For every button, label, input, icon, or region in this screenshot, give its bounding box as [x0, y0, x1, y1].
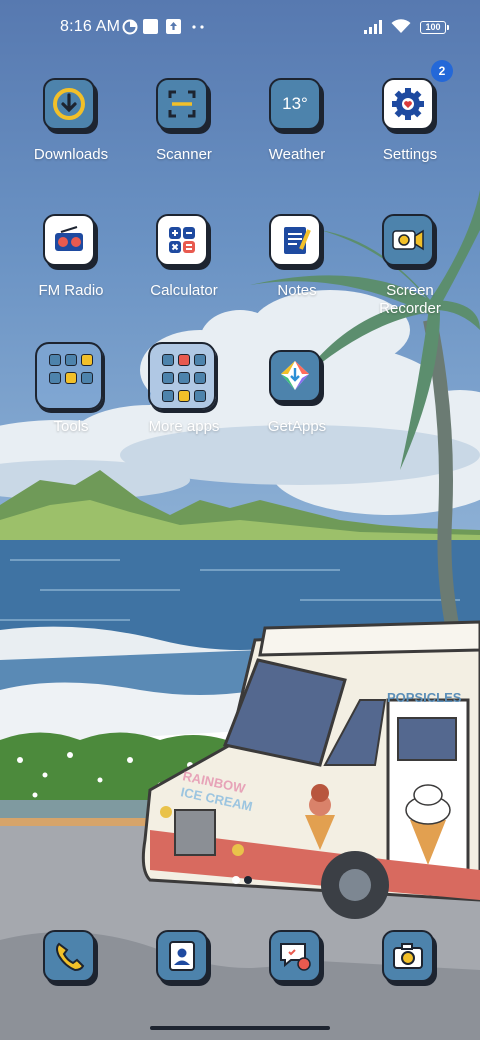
gesture-navigation-bar[interactable]	[150, 1026, 330, 1030]
getapps-label: GetApps	[267, 418, 327, 435]
folder-mini-icon	[178, 390, 190, 402]
upload-notification-icon	[166, 19, 181, 34]
signal-icon	[364, 20, 382, 34]
screen-recorder-label: Screen Recorder	[354, 282, 466, 318]
status-bar: 8:16 AM 100	[0, 0, 480, 56]
app-getapps[interactable]: GetApps	[241, 350, 353, 440]
settings-tile[interactable]	[382, 78, 434, 130]
scan-icon	[168, 90, 196, 118]
contacts-tile[interactable]	[156, 930, 208, 982]
app-notification-icon	[143, 19, 158, 34]
notes-icon	[284, 227, 311, 254]
folder-mini-icon	[81, 354, 93, 366]
folder-mini-icon	[162, 390, 174, 402]
app-downloads[interactable]: Downloads	[15, 78, 127, 168]
screen-recorder-label-line-2: Recorder	[379, 300, 441, 317]
folder-more-apps[interactable]: More apps	[128, 340, 240, 440]
phone-icon	[56, 942, 85, 972]
weather-label: Weather	[268, 146, 326, 163]
folder-mini-icon	[178, 372, 190, 384]
dock-phone[interactable]	[15, 930, 127, 986]
app-screen-recorder[interactable]: Screen Recorder	[354, 214, 466, 324]
downloads-tile[interactable]	[43, 78, 95, 130]
dock-contacts[interactable]	[128, 930, 240, 986]
messages-icon	[280, 943, 311, 971]
tools-label: Tools	[53, 418, 89, 435]
battery-indicator: 100	[420, 21, 449, 34]
messages-tile[interactable]	[269, 930, 321, 982]
more-apps-label: More apps	[148, 418, 220, 435]
wifi-icon	[391, 19, 411, 33]
settings-notification-badge: 2	[431, 60, 453, 82]
page-dot[interactable]	[244, 876, 252, 884]
getapps-tile[interactable]	[269, 350, 321, 402]
folder-mini-icon	[49, 372, 61, 384]
contacts-icon	[169, 941, 195, 971]
fm-radio-label: FM Radio	[38, 282, 104, 299]
radio-icon	[55, 226, 83, 251]
tools-folder-icon[interactable]	[35, 342, 103, 410]
app-notes[interactable]: Notes	[241, 214, 353, 304]
downloads-label: Downloads	[33, 146, 109, 163]
notes-tile[interactable]	[269, 214, 321, 266]
app-weather[interactable]: 13° Weather	[241, 78, 353, 168]
dock-camera[interactable]	[354, 930, 466, 986]
truck-sign-text: POPSICLES	[387, 690, 462, 705]
calculator-icon	[169, 227, 195, 253]
more-apps-folder-icon[interactable]	[148, 342, 216, 410]
calculator-label: Calculator	[150, 282, 218, 299]
gear-icon	[392, 88, 424, 120]
folder-mini-icon	[162, 372, 174, 384]
screen-recorder-label-line-1: Screen	[386, 282, 434, 299]
app-fm-radio[interactable]: FM Radio	[15, 214, 127, 304]
notes-label: Notes	[277, 282, 317, 299]
camera-tile[interactable]	[382, 930, 434, 982]
scanner-tile[interactable]	[156, 78, 208, 130]
weather-icon: 13°	[282, 94, 308, 113]
download-icon	[53, 88, 85, 120]
app-calculator[interactable]: Calculator	[128, 214, 240, 304]
folder-mini-icon	[65, 372, 77, 384]
folder-mini-icon	[162, 354, 174, 366]
folder-mini-icon	[81, 372, 93, 384]
page-dot-active[interactable]	[232, 876, 240, 884]
video-camera-icon	[392, 229, 424, 251]
app-scanner[interactable]: Scanner	[128, 78, 240, 168]
getapps-icon	[281, 361, 309, 390]
data-saver-icon	[122, 19, 138, 35]
weather-tile[interactable]: 13°	[269, 78, 321, 130]
calculator-tile[interactable]	[156, 214, 208, 266]
scanner-label: Scanner	[156, 146, 212, 163]
fm-radio-tile[interactable]	[43, 214, 95, 266]
folder-tools[interactable]: Tools	[15, 340, 127, 440]
folder-mini-icon	[178, 354, 190, 366]
settings-label: Settings	[382, 146, 438, 163]
folder-mini-icon	[194, 390, 206, 402]
more-notifications-icon	[192, 25, 204, 29]
screen-recorder-tile[interactable]	[382, 214, 434, 266]
folder-mini-icon	[194, 372, 206, 384]
camera-icon	[393, 943, 423, 969]
folder-mini-icon	[49, 354, 61, 366]
dock-messages[interactable]	[241, 930, 353, 986]
folder-mini-icon	[65, 354, 77, 366]
folder-mini-icon	[194, 354, 206, 366]
phone-tile[interactable]	[43, 930, 95, 982]
page-indicator	[0, 876, 480, 886]
status-time: 8:16 AM	[60, 18, 121, 35]
app-settings[interactable]: Settings	[354, 78, 466, 168]
